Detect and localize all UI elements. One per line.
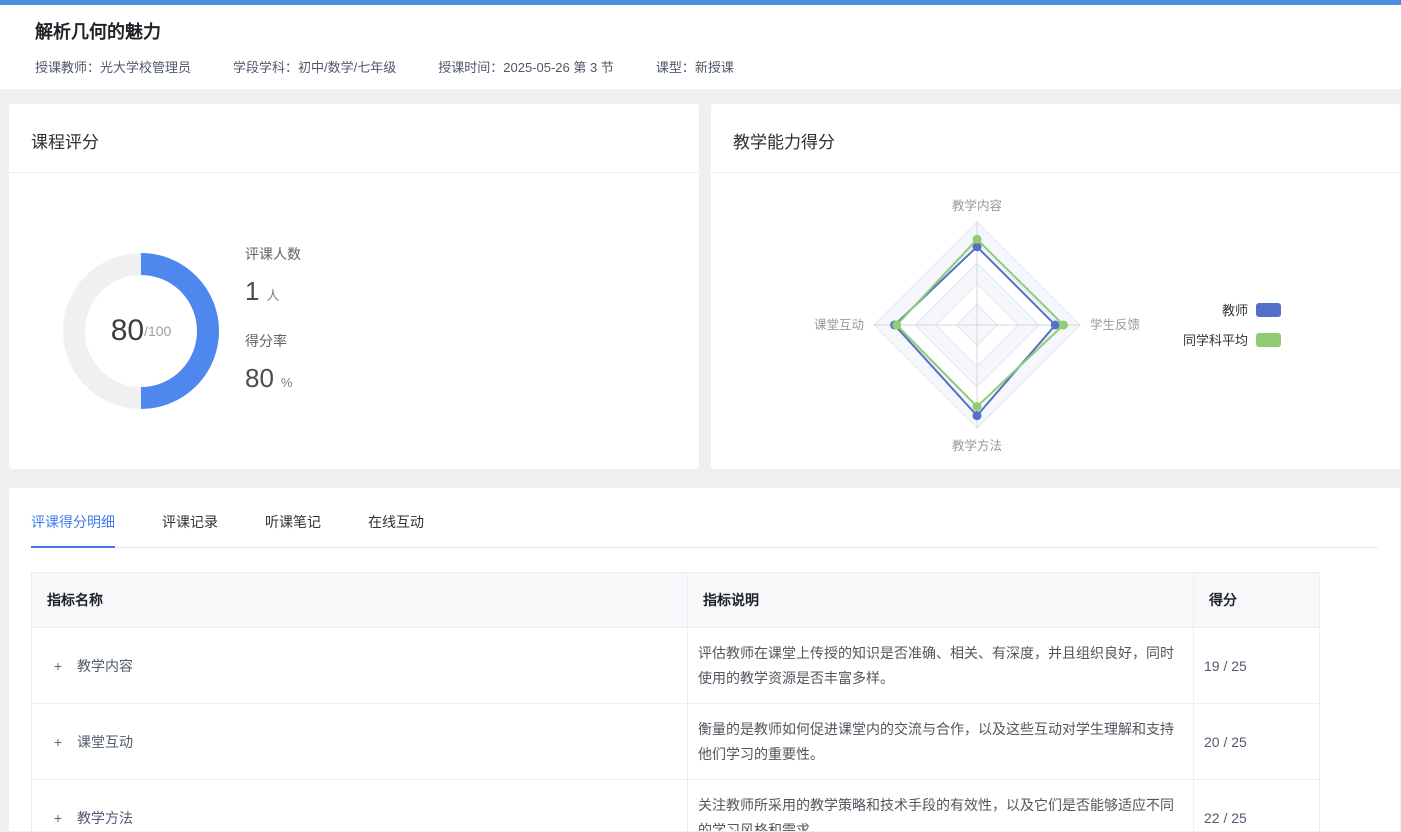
stat-raters-value: 1	[245, 276, 259, 307]
course-score-card-header: 课程评分	[9, 104, 699, 173]
indicator-desc: 关注教师所采用的教学策略和技术手段的有效性，以及它们是否能够适应不同的学习风格和…	[698, 793, 1183, 832]
stat-rate-value: 80	[245, 363, 274, 394]
course-score-card: 课程评分 80 /100 评课人数 1 人 得分率 80 %	[8, 103, 700, 470]
legend-average-swatch	[1256, 333, 1281, 347]
course-meta: 授课教师：光大学校管理员 学段学科：初中/数学/七年级 授课时间：2025-05…	[35, 57, 734, 76]
table-header-row: 指标名称 指标说明 得分	[32, 573, 1320, 628]
legend-teacher-label: 教师	[1222, 300, 1248, 319]
col-indicator-name: 指标名称	[32, 573, 688, 628]
radar-svg: 教学内容学生反馈教学方法 课堂互动	[711, 174, 1401, 471]
tab-score-detail[interactable]: 评课得分明细	[31, 512, 115, 548]
col-score: 得分	[1194, 573, 1320, 628]
stat-rate-label: 得分率	[245, 331, 301, 351]
donut-center-label: 80 /100	[56, 246, 226, 416]
indicator-table: 指标名称 指标说明 得分 + 教学内容 评估教师在课堂上传授的知识是否准确、相关…	[31, 572, 1320, 832]
indicator-name: 教学内容	[77, 656, 133, 676]
detail-section-card: 评课得分明细 评课记录 听课笔记 在线互动 指标名称 指标说明 得分 + 教学内…	[8, 487, 1401, 832]
expand-icon[interactable]: +	[52, 734, 64, 750]
tab-online-interaction[interactable]: 在线互动	[368, 512, 424, 547]
expand-icon[interactable]: +	[52, 658, 64, 674]
indicator-score: 19 / 25	[1204, 658, 1247, 674]
score-donut-chart: 80 /100	[56, 246, 226, 416]
score-value: 80	[111, 314, 144, 348]
svg-text:教学方法: 教学方法	[952, 438, 1002, 453]
legend-item-teacher[interactable]: 教师	[1183, 300, 1281, 319]
indicator-desc: 衡量的是教师如何促进课堂内的交流与合作，以及这些互动对学生理解和支持他们学习的重…	[698, 717, 1183, 767]
legend-teacher-swatch	[1256, 303, 1281, 317]
svg-text:学生反馈: 学生反馈	[1090, 317, 1140, 332]
table-row: + 课堂互动 衡量的是教师如何促进课堂内的交流与合作，以及这些互动对学生理解和支…	[32, 704, 1320, 780]
meta-time: 授课时间：2025-05-26 第 3 节	[438, 57, 614, 76]
teaching-ability-card-header: 教学能力得分	[711, 104, 1400, 173]
teaching-ability-card: 教学能力得分 教学内容学生反馈教学方法 课堂互动 教师 同学科平均	[710, 103, 1401, 470]
meta-teacher: 授课教师：光大学校管理员	[35, 57, 191, 76]
course-score-title: 课程评分	[31, 133, 99, 152]
indicator-name: 课堂互动	[77, 732, 133, 752]
teaching-ability-title: 教学能力得分	[733, 133, 835, 152]
score-max: /100	[144, 323, 171, 339]
page-title: 解析几何的魅力	[35, 18, 161, 44]
indicator-score: 20 / 25	[1204, 734, 1247, 750]
stat-raters-label: 评课人数	[245, 244, 301, 264]
indicator-score: 22 / 25	[1204, 810, 1247, 826]
tab-listening-notes[interactable]: 听课笔记	[265, 512, 321, 547]
table-row: + 教学内容 评估教师在课堂上传授的知识是否准确、相关、有深度，并且组织良好，同…	[32, 628, 1320, 704]
table-row: + 教学方法 关注教师所采用的教学策略和技术手段的有效性，以及它们是否能够适应不…	[32, 780, 1320, 832]
tab-review-records[interactable]: 评课记录	[162, 512, 218, 547]
svg-text:课堂互动: 课堂互动	[814, 318, 864, 332]
legend-average-label: 同学科平均	[1183, 330, 1248, 349]
score-stats: 评课人数 1 人 得分率 80 %	[245, 244, 301, 394]
stat-rate-unit: %	[281, 375, 293, 390]
page-header: 解析几何的魅力 授课教师：光大学校管理员 学段学科：初中/数学/七年级 授课时间…	[0, 5, 1401, 89]
radar-legend: 教师 同学科平均	[1183, 300, 1281, 349]
stat-raters-unit: 人	[266, 285, 279, 304]
meta-type: 课型：新授课	[656, 57, 734, 76]
expand-icon[interactable]: +	[52, 810, 64, 826]
svg-text:教学内容: 教学内容	[952, 198, 1002, 213]
col-indicator-desc: 指标说明	[688, 573, 1194, 628]
detail-tabs: 评课得分明细 评课记录 听课笔记 在线互动	[31, 512, 1378, 548]
radar-chart: 教学内容学生反馈教学方法 课堂互动	[711, 174, 1401, 471]
indicator-name: 教学方法	[77, 808, 133, 828]
indicator-desc: 评估教师在课堂上传授的知识是否准确、相关、有深度，并且组织良好，同时使用的教学资…	[698, 641, 1183, 691]
meta-subject: 学段学科：初中/数学/七年级	[233, 57, 396, 76]
legend-item-subject-average[interactable]: 同学科平均	[1183, 330, 1281, 349]
